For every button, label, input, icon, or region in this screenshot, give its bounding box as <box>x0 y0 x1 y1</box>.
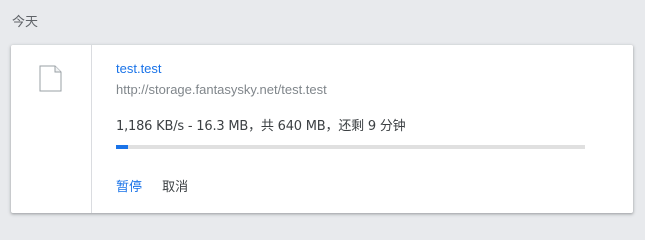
download-details: test.test http://storage.fantasysky.net/… <box>116 45 633 213</box>
file-icon <box>39 65 62 92</box>
download-item-card: test.test http://storage.fantasysky.net/… <box>11 45 633 213</box>
file-name-link[interactable]: test.test <box>116 61 162 76</box>
download-actions: 暂停 取消 <box>116 176 188 195</box>
pause-button[interactable]: 暂停 <box>116 176 142 195</box>
date-section-header: 今天 <box>12 15 39 30</box>
file-icon-column <box>11 45 92 213</box>
download-progress-bar <box>116 145 585 149</box>
source-url-link[interactable]: http://storage.fantasysky.net/test.test <box>116 82 327 97</box>
download-status-text: 1,186 KB/s - 16.3 MB，共 640 MB，还剩 9 分钟 <box>116 119 406 134</box>
cancel-button[interactable]: 取消 <box>162 176 188 195</box>
download-progress-fill <box>116 145 128 149</box>
